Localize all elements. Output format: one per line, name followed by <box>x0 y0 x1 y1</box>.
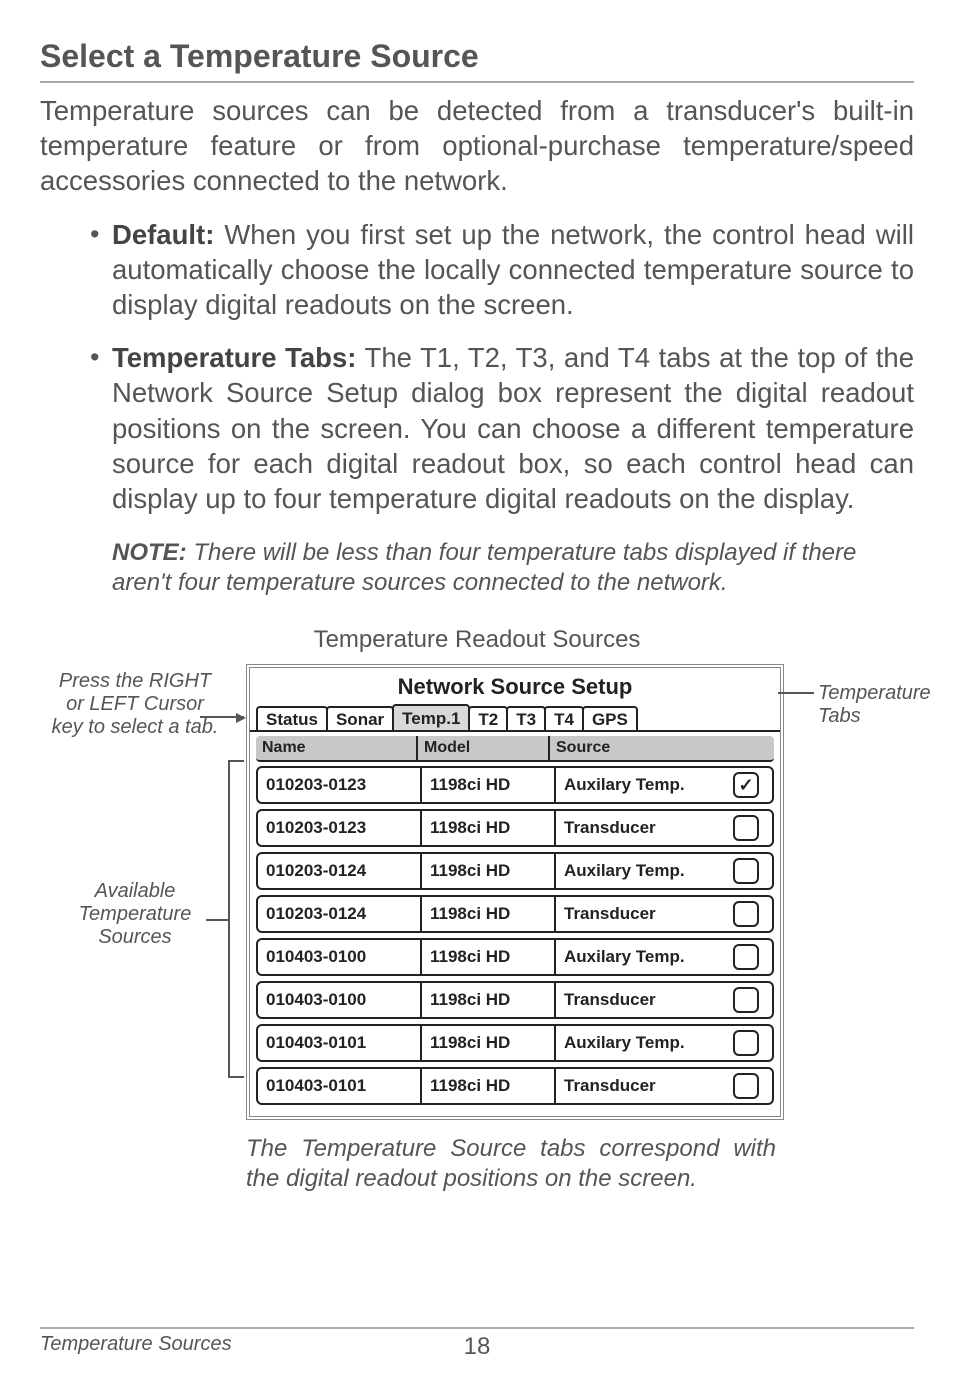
tab-temp1[interactable]: Temp.1 <box>392 704 470 730</box>
line-to-temperature-tabs <box>778 692 814 694</box>
checkbox-icon[interactable] <box>733 1030 759 1056</box>
cell-source: Auxilary Temp. <box>556 1026 720 1060</box>
cell-name: 010403-0100 <box>258 983 422 1017</box>
cell-check[interactable]: ✓ <box>720 768 772 802</box>
callout-cursor-key: Press the RIGHT or LEFT Cursor key to se… <box>50 670 220 739</box>
cell-name: 010203-0124 <box>258 897 422 931</box>
network-source-setup-dialog: Network Source Setup StatusSonarTemp.1T2… <box>246 664 784 1120</box>
checkbox-checked-icon[interactable]: ✓ <box>733 772 759 798</box>
arrow-to-tabs <box>200 716 244 718</box>
checkbox-icon[interactable] <box>733 815 759 841</box>
cell-model: 1198ci HD <box>422 854 556 888</box>
cell-name: 010403-0101 <box>258 1069 422 1103</box>
figure-area: Press the RIGHT or LEFT Cursor key to se… <box>50 664 914 1120</box>
checkbox-icon[interactable] <box>733 858 759 884</box>
table-row[interactable]: 010203-01241198ci HDTransducer <box>256 895 774 933</box>
cell-model: 1198ci HD <box>422 940 556 974</box>
table-row[interactable]: 010203-01231198ci HDAuxilary Temp. ✓ <box>256 766 774 804</box>
callout-temperature-tabs: Temperature Tabs <box>818 682 931 728</box>
bullet-temp-tabs-lead: Temperature Tabs: <box>112 342 356 373</box>
page-footer: Temperature Sources 18 <box>40 1327 914 1356</box>
cell-model: 1198ci HD <box>422 811 556 845</box>
checkbox-icon[interactable] <box>733 901 759 927</box>
cell-model: 1198ci HD <box>422 1069 556 1103</box>
cell-name: 010203-0124 <box>258 854 422 888</box>
cell-model: 1198ci HD <box>422 983 556 1017</box>
cell-source: Transducer <box>556 811 720 845</box>
callout-available-sources: Available Temperature Sources <box>50 880 220 949</box>
tab-t3[interactable]: T3 <box>506 706 546 730</box>
table-row[interactable]: 010403-01001198ci HDTransducer <box>256 981 774 1019</box>
bullet-default-lead: Default: <box>112 219 214 250</box>
source-rows: 010203-01231198ci HDAuxilary Temp.✓01020… <box>250 764 780 1116</box>
cell-check[interactable] <box>720 940 772 974</box>
cell-source: Auxilary Temp. <box>556 940 720 974</box>
table-row[interactable]: 010403-01011198ci HDTransducer <box>256 1067 774 1105</box>
cell-check[interactable] <box>720 897 772 931</box>
cell-name: 010203-0123 <box>258 811 422 845</box>
cell-name: 010203-0123 <box>258 768 422 802</box>
header-model: Model <box>418 736 550 760</box>
cell-check[interactable] <box>720 983 772 1017</box>
bullet-list: Default: When you first set up the netwo… <box>40 217 914 535</box>
cell-model: 1198ci HD <box>422 768 556 802</box>
note-paragraph: NOTE: There will be less than four tempe… <box>112 538 914 598</box>
checkbox-icon[interactable] <box>733 944 759 970</box>
cell-model: 1198ci HD <box>422 897 556 931</box>
tab-sonar[interactable]: Sonar <box>326 706 394 730</box>
table-row[interactable]: 010403-01001198ci HDAuxilary Temp. <box>256 938 774 976</box>
cell-source: Transducer <box>556 1069 720 1103</box>
title-rule <box>40 81 914 83</box>
sources-bracket <box>228 760 230 1078</box>
tab-t4[interactable]: T4 <box>544 706 584 730</box>
header-name: Name <box>256 736 418 760</box>
figure-title: Temperature Readout Sources <box>40 626 914 654</box>
cell-source: Transducer <box>556 897 720 931</box>
checkbox-icon[interactable] <box>733 987 759 1013</box>
tab-status[interactable]: Status <box>256 706 328 730</box>
bullet-temp-tabs: Temperature Tabs: The T1, T2, T3, and T4… <box>90 340 914 516</box>
cell-check[interactable] <box>720 1026 772 1060</box>
cell-model: 1198ci HD <box>422 1026 556 1060</box>
tab-t2[interactable]: T2 <box>468 706 508 730</box>
note-text: There will be less than four temperature… <box>112 539 856 596</box>
cell-source: Auxilary Temp. <box>556 768 720 802</box>
checkbox-icon[interactable] <box>733 1073 759 1099</box>
cell-name: 010403-0101 <box>258 1026 422 1060</box>
bullet-default-text: When you first set up the network, the c… <box>112 219 914 320</box>
intro-paragraph: Temperature sources can be detected from… <box>40 93 914 199</box>
cell-check[interactable] <box>720 854 772 888</box>
figure-caption: The Temperature Source tabs correspond w… <box>246 1134 776 1194</box>
table-row[interactable]: 010403-01011198ci HDAuxilary Temp. <box>256 1024 774 1062</box>
tab-row: StatusSonarTemp.1T2T3T4GPS <box>250 702 780 732</box>
column-headers: Name Model Source <box>256 736 774 762</box>
cell-check[interactable] <box>720 1069 772 1103</box>
bullet-default: Default: When you first set up the netwo… <box>90 217 914 323</box>
tab-gps[interactable]: GPS <box>582 706 638 730</box>
cell-name: 010403-0100 <box>258 940 422 974</box>
section-title: Select a Temperature Source <box>40 38 914 75</box>
cell-source: Transducer <box>556 983 720 1017</box>
footer-section: Temperature Sources <box>40 1333 232 1356</box>
table-row[interactable]: 010203-01231198ci HDTransducer <box>256 809 774 847</box>
dialog-title: Network Source Setup <box>250 668 780 702</box>
table-row[interactable]: 010203-01241198ci HDAuxilary Temp. <box>256 852 774 890</box>
note-lead: NOTE: <box>112 539 187 566</box>
header-source: Source <box>550 736 774 760</box>
cell-source: Auxilary Temp. <box>556 854 720 888</box>
cell-check[interactable] <box>720 811 772 845</box>
footer-page-number: 18 <box>464 1333 491 1361</box>
